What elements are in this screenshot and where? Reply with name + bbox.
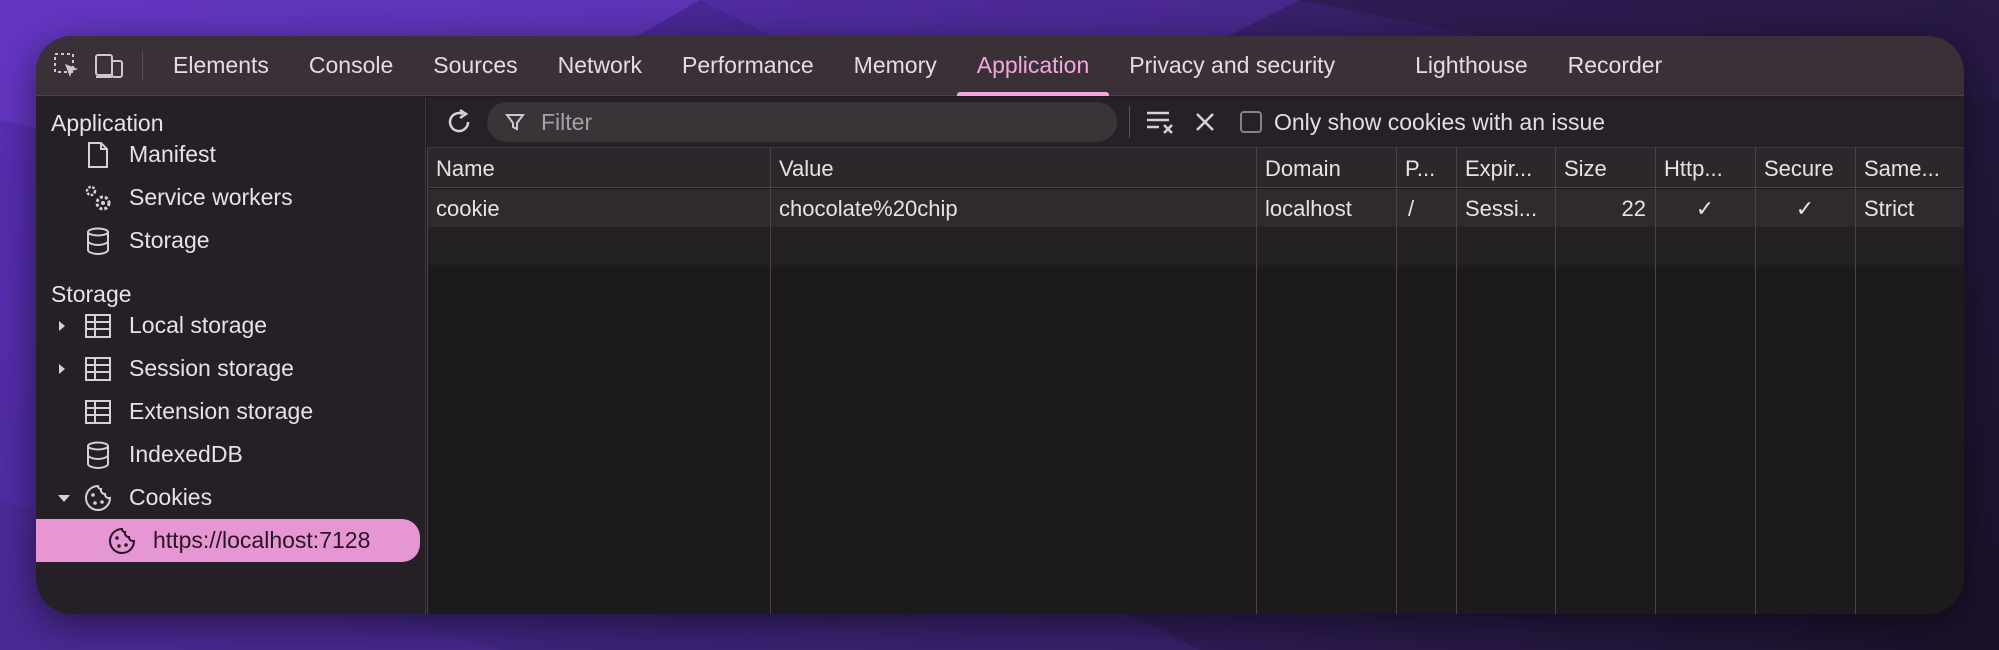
cell-secure[interactable]: ✓ [1764,196,1846,222]
table-icon [81,395,115,429]
column-header-domain[interactable]: Domain [1265,156,1341,182]
tab-separator [142,50,143,81]
sidebar-item-extension-storage[interactable]: Extension storage [36,390,422,433]
tab-privacy-and-security[interactable]: Privacy and security [1109,36,1355,96]
sidebar-item-storage[interactable]: Storage [36,219,422,262]
application-sidebar: Application Manifest Service workers Sto… [36,97,426,614]
tab-elements[interactable]: Elements [153,36,289,96]
tab-network[interactable]: Network [538,36,662,96]
column-header-path[interactable]: P... [1405,156,1435,182]
inspect-element-icon[interactable] [48,47,86,85]
column-divider[interactable] [1456,148,1457,614]
cookie-icon [81,481,115,515]
sidebar-item-cookies[interactable]: Cookies [36,476,422,519]
column-header-expires[interactable]: Expir... [1465,156,1532,182]
sidebar-item-indexeddb[interactable]: IndexedDB [36,433,422,476]
expand-arrow-icon[interactable] [57,319,71,333]
table-header [427,148,1964,188]
device-toolbar-icon[interactable] [90,47,128,85]
cell-expires[interactable]: Sessi... [1465,196,1537,222]
sidebar-item-label: Extension storage [129,398,314,424]
tab-sources[interactable]: Sources [413,36,537,96]
only-issue-label: Only show cookies with an issue [1274,108,1606,135]
table-row-empty [427,227,1964,265]
sidebar-item-label: IndexedDB [129,441,243,467]
column-header-httponly[interactable]: Http... [1664,156,1723,182]
column-divider[interactable] [1855,148,1856,614]
column-divider[interactable] [770,148,771,614]
sidebar-item-label: Manifest [129,141,216,167]
collapse-arrow-icon[interactable] [57,493,71,503]
cell-name[interactable]: cookie [436,196,500,222]
column-divider[interactable] [1256,148,1257,614]
column-header-secure[interactable]: Secure [1764,156,1834,182]
tab-memory[interactable]: Memory [834,36,957,96]
sidebar-item-label: Local storage [129,312,268,338]
cookies-toolbar: Filter Only show cookies with an issue [427,97,1964,148]
sidebar-item-label: https://localhost:7128 [153,527,371,553]
cell-httponly[interactable]: ✓ [1664,196,1746,222]
sidebar-item-session-storage[interactable]: Session storage [36,347,422,390]
filter-placeholder: Filter [541,108,593,135]
tab-performance[interactable]: Performance [662,36,834,96]
sidebar-item-cookie-origin[interactable]: https://localhost:7128 [36,519,420,562]
column-header-value[interactable]: Value [779,156,834,182]
sidebar-item-label: Session storage [129,355,294,381]
filter-icon [505,112,529,132]
database-icon [81,438,115,472]
database-icon [81,224,115,258]
sidebar-item-manifest[interactable]: Manifest [36,133,422,176]
document-icon [81,138,115,172]
sidebar-item-label: Storage [129,227,210,253]
refresh-icon[interactable] [439,102,479,142]
only-issue-checkbox[interactable] [1240,111,1262,133]
filter-input[interactable]: Filter [487,102,1117,142]
tab-lighthouse[interactable]: Lighthouse [1395,36,1548,96]
tab-console[interactable]: Console [289,36,413,96]
tab-recorder[interactable]: Recorder [1548,36,1683,96]
sidebar-item-service-workers[interactable]: Service workers [36,176,422,219]
tab-application[interactable]: Application [956,36,1110,96]
devtools-tabbar: Elements Console Sources Network Perform… [36,36,1964,96]
column-header-name[interactable]: Name [436,156,495,182]
cookies-table: Name Value Domain P... Expir... Size Htt… [427,148,1964,614]
cell-samesite[interactable]: Strict [1864,196,1914,222]
cookies-panel: Filter Only show cookies with an issue N… [427,97,1964,614]
gears-icon [81,181,115,215]
cell-path[interactable]: / [1408,196,1414,222]
sidebar-item-label: Cookies [129,484,213,510]
cell-value[interactable]: chocolate%20chip [779,196,958,222]
delete-selected-icon[interactable] [1186,103,1224,141]
column-divider[interactable] [1555,148,1556,614]
table-icon [81,352,115,386]
expand-arrow-icon[interactable] [57,362,71,376]
clear-all-icon[interactable] [1142,103,1180,141]
cookie-icon [105,524,139,558]
column-divider[interactable] [1755,148,1756,614]
cell-size[interactable]: 22 [1564,196,1646,222]
column-header-size[interactable]: Size [1564,156,1607,182]
column-divider[interactable] [1655,148,1656,614]
sidebar-item-label: Service workers [129,184,293,210]
column-header-samesite[interactable]: Same... [1864,156,1940,182]
devtools-window: Elements Console Sources Network Perform… [36,36,1964,614]
column-divider [427,148,428,614]
column-divider[interactable] [1396,148,1397,614]
sidebar-item-local-storage[interactable]: Local storage [36,304,422,347]
cell-domain[interactable]: localhost [1265,196,1352,222]
table-icon [81,309,115,343]
toolbar-separator [1129,106,1130,138]
